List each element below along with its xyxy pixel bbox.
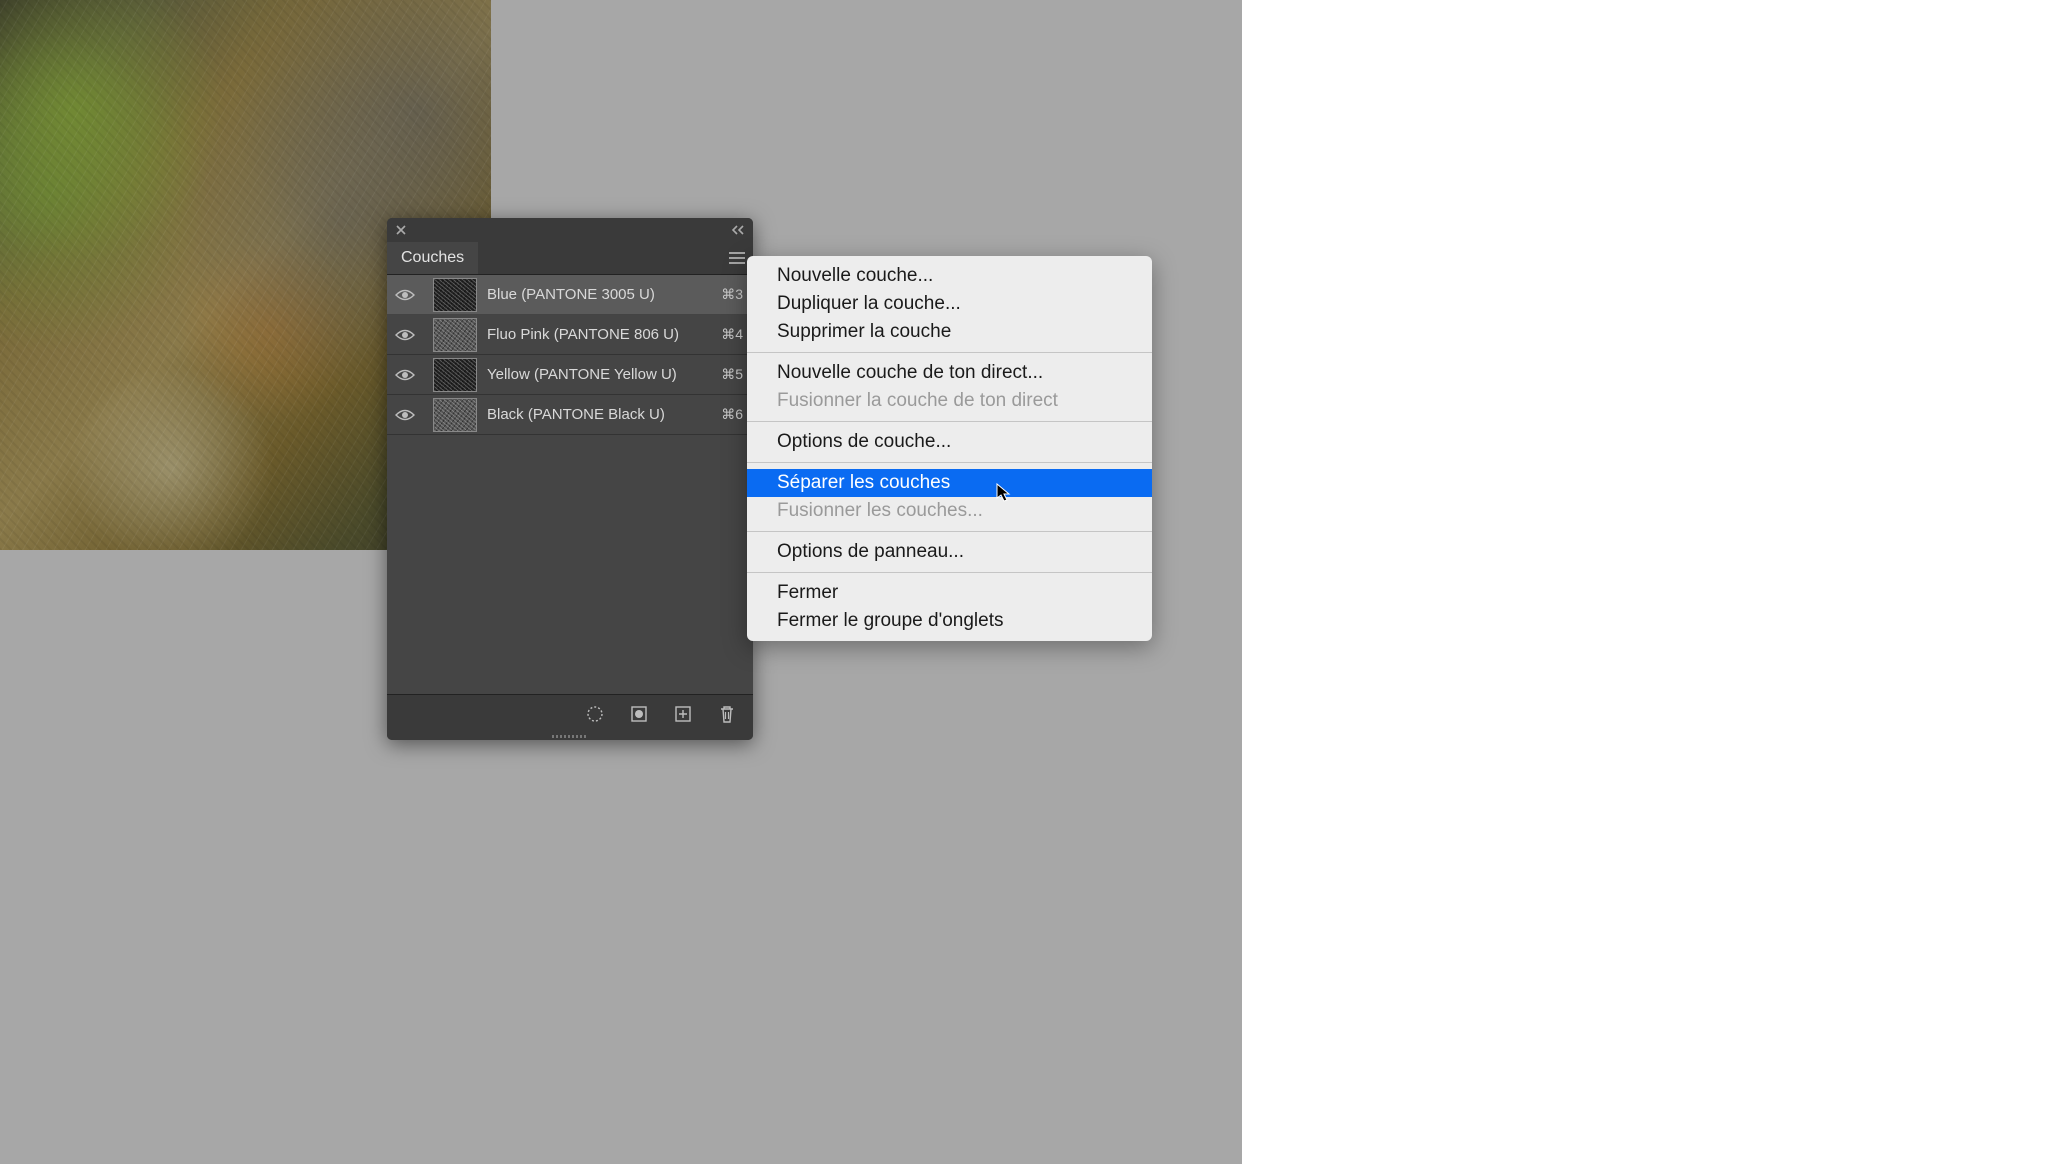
channel-shortcut: ⌘6 (721, 406, 743, 423)
channel-name: Yellow (PANTONE Yellow U) (487, 366, 711, 383)
trash-icon[interactable] (717, 704, 737, 724)
collapse-icon[interactable] (731, 225, 745, 235)
channel-name: Fluo Pink (PANTONE 806 U) (487, 326, 711, 343)
channel-row[interactable]: Yellow (PANTONE Yellow U) ⌘5 (387, 355, 753, 395)
channel-shortcut: ⌘5 (721, 366, 743, 383)
load-selection-icon[interactable] (585, 704, 605, 724)
menu-item-close-tab-group[interactable]: Fermer le groupe d'onglets (747, 607, 1152, 635)
channels-panel-body: Blue (PANTONE 3005 U) ⌘3 Fluo Pink (PANT… (387, 275, 753, 694)
menu-separator (747, 572, 1152, 573)
menu-separator (747, 352, 1152, 353)
panel-tabs: Couches (387, 242, 753, 275)
panel-footer (387, 694, 753, 732)
menu-item-label: Options de couche... (777, 431, 951, 452)
menu-item-delete-channel[interactable]: Supprimer la couche (747, 318, 1152, 346)
menu-item-label: Supprimer la couche (777, 321, 951, 342)
channel-row[interactable]: Blue (PANTONE 3005 U) ⌘3 (387, 275, 753, 315)
new-channel-icon[interactable] (673, 704, 693, 724)
panel-menu-icon[interactable] (729, 252, 745, 264)
visibility-eye-icon[interactable] (395, 288, 415, 302)
menu-item-merge-channels: Fusionner les couches... (747, 497, 1152, 525)
menu-separator (747, 531, 1152, 532)
menu-item-label: Fusionner la couche de ton direct (777, 390, 1058, 411)
menu-separator (747, 421, 1152, 422)
white-margin (1242, 0, 2050, 1164)
channel-name: Black (PANTONE Black U) (487, 406, 711, 423)
channel-thumbnail (433, 358, 477, 392)
channel-shortcut: ⌘3 (721, 286, 743, 303)
menu-item-label: Nouvelle couche de ton direct... (777, 362, 1043, 383)
menu-item-channel-options[interactable]: Options de couche... (747, 428, 1152, 456)
menu-item-panel-options[interactable]: Options de panneau... (747, 538, 1152, 566)
menu-item-label: Fermer le groupe d'onglets (777, 610, 1003, 631)
menu-item-label: Options de panneau... (777, 541, 964, 562)
menu-item-label: Séparer les couches (777, 472, 950, 493)
save-selection-icon[interactable] (629, 704, 649, 724)
menu-item-label: Nouvelle couche... (777, 265, 933, 286)
tab-channels[interactable]: Couches (387, 242, 478, 274)
close-icon[interactable] (395, 224, 407, 236)
menu-item-duplicate-channel[interactable]: Dupliquer la couche... (747, 290, 1152, 318)
visibility-eye-icon[interactable] (395, 328, 415, 342)
channel-name: Blue (PANTONE 3005 U) (487, 286, 711, 303)
menu-item-split-channels[interactable]: Séparer les couches (747, 469, 1152, 497)
channel-thumbnail (433, 278, 477, 312)
tab-channels-label: Couches (401, 249, 464, 267)
menu-item-new-spot-channel[interactable]: Nouvelle couche de ton direct... (747, 359, 1152, 387)
menu-item-new-channel[interactable]: Nouvelle couche... (747, 262, 1152, 290)
channel-thumbnail (433, 398, 477, 432)
menu-item-label: Dupliquer la couche... (777, 293, 961, 314)
menu-item-merge-spot-channel: Fusionner la couche de ton direct (747, 387, 1152, 415)
channels-list: Blue (PANTONE 3005 U) ⌘3 Fluo Pink (PANT… (387, 275, 753, 435)
panel-resize-handle[interactable] (387, 732, 753, 740)
channel-row[interactable]: Black (PANTONE Black U) ⌘6 (387, 395, 753, 435)
panel-titlebar[interactable] (387, 218, 753, 242)
visibility-eye-icon[interactable] (395, 408, 415, 422)
channels-context-menu: Nouvelle couche... Dupliquer la couche..… (747, 256, 1152, 641)
visibility-eye-icon[interactable] (395, 368, 415, 382)
menu-item-label: Fusionner les couches... (777, 500, 983, 521)
menu-item-close[interactable]: Fermer (747, 579, 1152, 607)
menu-separator (747, 462, 1152, 463)
channel-shortcut: ⌘4 (721, 326, 743, 343)
channel-thumbnail (433, 318, 477, 352)
menu-item-label: Fermer (777, 582, 838, 603)
channel-row[interactable]: Fluo Pink (PANTONE 806 U) ⌘4 (387, 315, 753, 355)
channels-panel: Couches Blue (PANTONE 3005 U) ⌘3 (387, 218, 753, 740)
